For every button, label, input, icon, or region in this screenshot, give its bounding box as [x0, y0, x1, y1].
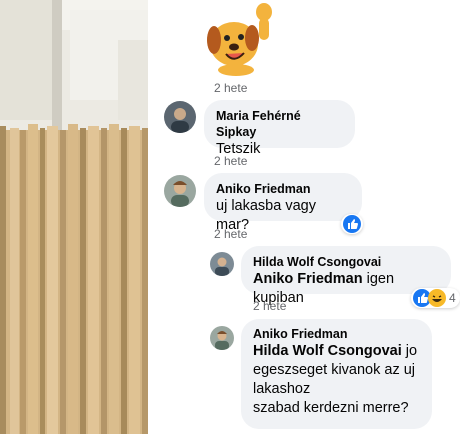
mention-link[interactable]: Hilda Wolf Csongovai — [253, 343, 402, 359]
comment-author[interactable]: Maria Fehérné Sipkay — [216, 108, 343, 140]
comment-timestamp[interactable]: 2 hete — [214, 154, 247, 168]
reply-author[interactable]: Aniko Friedman — [253, 326, 420, 342]
waving-dog-sticker-icon — [200, 0, 280, 78]
reply-author[interactable]: Hilda Wolf Csongovai — [253, 254, 439, 270]
reply-text-line: egeszseget kivanok az uj — [253, 362, 416, 378]
reply-timestamp[interactable]: 2 hete — [253, 299, 286, 313]
reply-bubble: Hilda Wolf Csongovai Aniko Friedman igen… — [241, 246, 451, 306]
comment-bubble: Maria Fehérné Sipkay Tetszik — [204, 100, 355, 157]
reply-text: Hilda Wolf Csongovai jo — [253, 343, 418, 359]
avatar[interactable] — [210, 252, 234, 276]
background-photo — [0, 0, 148, 434]
reaction-count: 4 — [449, 291, 456, 305]
avatar[interactable] — [164, 175, 196, 207]
like-icon — [343, 215, 361, 233]
reply-text-line: szabad kerdezni merre? — [253, 400, 409, 416]
reply-text-line: lakashoz — [253, 381, 311, 397]
comment-bubble: Aniko Friedman uj lakasba vagy mar? — [204, 173, 362, 233]
reply-bubble: Aniko Friedman Hilda Wolf Csongovai jo e… — [241, 319, 432, 429]
mention-link[interactable]: Aniko Friedman — [253, 271, 363, 287]
haha-icon — [428, 289, 446, 307]
reaction-summary[interactable] — [341, 214, 363, 234]
comment-timestamp[interactable]: 2 hete — [214, 227, 247, 241]
avatar[interactable] — [210, 326, 234, 350]
comment-author[interactable]: Aniko Friedman — [216, 181, 350, 197]
avatar[interactable] — [164, 101, 196, 133]
reaction-summary[interactable]: 4 — [411, 288, 460, 308]
sticker-timestamp[interactable]: 2 hete — [214, 81, 247, 95]
